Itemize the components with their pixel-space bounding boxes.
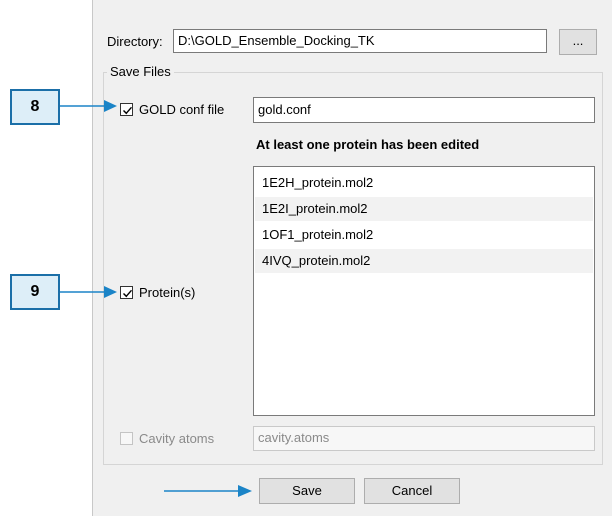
- cavity-atoms-label: Cavity atoms: [139, 431, 215, 446]
- cavity-atoms-input[interactable]: cavity.atoms: [253, 426, 595, 451]
- list-item[interactable]: 1E2I_protein.mol2: [255, 197, 593, 221]
- callout-9: 9: [10, 274, 60, 310]
- gold-conf-input[interactable]: gold.conf: [253, 97, 595, 123]
- save-button[interactable]: Save: [259, 478, 355, 504]
- save-dialog-panel: Directory: D:\GOLD_Ensemble_Docking_TK .…: [92, 0, 612, 516]
- checkmark-icon: [123, 289, 133, 298]
- list-item[interactable]: 4IVQ_protein.mol2: [255, 249, 593, 273]
- proteins-checkbox[interactable]: [120, 286, 133, 299]
- list-item[interactable]: 1OF1_protein.mol2: [255, 223, 593, 247]
- arrow-icon: [60, 286, 117, 298]
- gold-conf-label: GOLD conf file: [139, 102, 225, 117]
- proteins-label: Protein(s): [139, 285, 196, 300]
- edited-notice: At least one protein has been edited: [256, 137, 480, 152]
- arrow-icon: [164, 485, 252, 497]
- protein-list[interactable]: 1E2H_protein.mol2 1E2I_protein.mol2 1OF1…: [253, 166, 595, 416]
- directory-input[interactable]: D:\GOLD_Ensemble_Docking_TK: [173, 29, 547, 53]
- cavity-atoms-checkbox[interactable]: [120, 432, 133, 445]
- directory-label: Directory:: [107, 34, 163, 49]
- cancel-button[interactable]: Cancel: [364, 478, 460, 504]
- gold-conf-checkbox[interactable]: [120, 103, 133, 116]
- list-item[interactable]: 1E2H_protein.mol2: [255, 171, 593, 195]
- arrow-icon: [60, 100, 117, 112]
- checkmark-icon: [123, 106, 133, 115]
- browse-button[interactable]: ...: [559, 29, 597, 55]
- save-files-title: Save Files: [107, 64, 174, 79]
- callout-8: 8: [10, 89, 60, 125]
